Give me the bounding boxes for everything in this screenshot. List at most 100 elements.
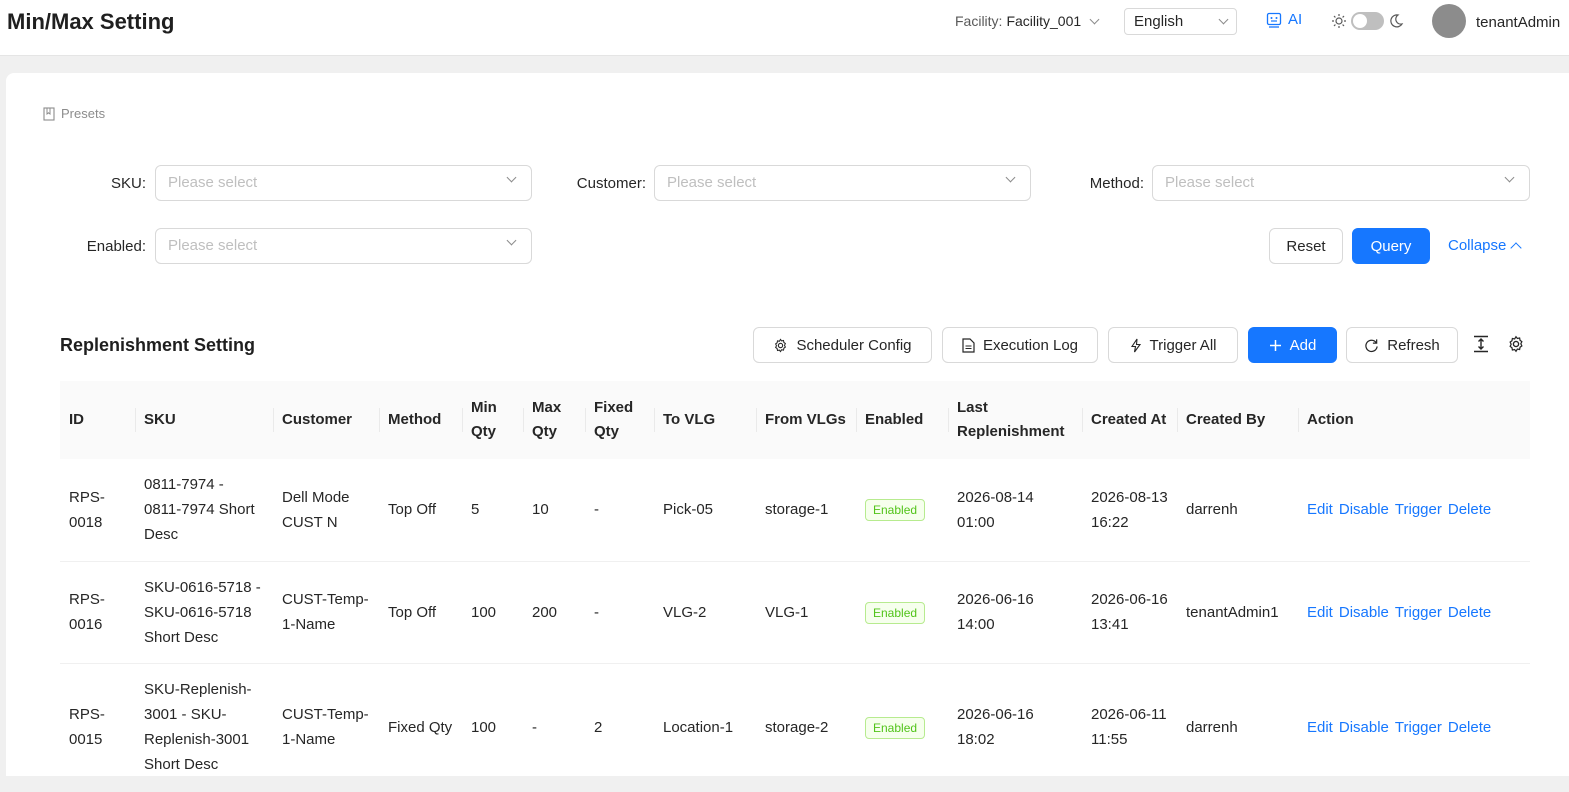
facility-selector[interactable]: Facility: Facility_001 bbox=[955, 13, 1100, 29]
cell-from-vlgs: storage-2 bbox=[756, 663, 856, 792]
table-row: RPS-0018 0811-7974 - 0811-7974 Short Des… bbox=[60, 459, 1530, 562]
cell-to-vlg: VLG-2 bbox=[654, 561, 756, 664]
cell-last-replenishment: 2026-08-14 01:00 bbox=[948, 459, 1082, 562]
column-header: Action bbox=[1298, 381, 1530, 459]
chevron-down-icon bbox=[1005, 172, 1016, 183]
add-button[interactable]: Add bbox=[1248, 327, 1337, 363]
scheduler-config-button[interactable]: Scheduler Config bbox=[753, 327, 932, 363]
bookmark-icon bbox=[43, 106, 55, 121]
delete-link[interactable]: Delete bbox=[1448, 501, 1491, 518]
sku-select[interactable]: Please select bbox=[155, 165, 532, 201]
column-header[interactable]: Created By bbox=[1177, 381, 1298, 459]
language-select[interactable]: English bbox=[1124, 8, 1237, 35]
enabled-filter-label: Enabled: bbox=[86, 238, 146, 255]
column-header[interactable]: Enabled bbox=[856, 381, 948, 459]
status-badge: Enabled bbox=[865, 499, 926, 522]
username[interactable]: tenantAdmin bbox=[1476, 14, 1560, 31]
column-header[interactable]: Customer bbox=[273, 381, 379, 459]
top-bar: Min/Max Setting Facility: Facility_001 E… bbox=[0, 0, 1569, 56]
column-header[interactable]: Last Replenishment bbox=[948, 381, 1082, 459]
reset-button[interactable]: Reset bbox=[1269, 228, 1343, 264]
theme-toggle[interactable] bbox=[1351, 12, 1384, 30]
presets-button[interactable]: Presets bbox=[43, 106, 105, 121]
status-badge: Enabled bbox=[865, 601, 926, 624]
theme-switch[interactable] bbox=[1331, 12, 1404, 30]
cell-created-at: 2026-06-16 13:41 bbox=[1082, 561, 1177, 664]
file-text-icon bbox=[962, 337, 975, 353]
delete-link[interactable]: Delete bbox=[1448, 719, 1491, 736]
edit-link[interactable]: Edit bbox=[1307, 719, 1333, 736]
refresh-button[interactable]: Refresh bbox=[1346, 327, 1458, 363]
trigger-link[interactable]: Trigger bbox=[1395, 501, 1442, 518]
cell-fixed-qty: 2 bbox=[585, 663, 654, 792]
cell-sku: 0811-7974 - 0811-7974 Short Desc bbox=[135, 459, 273, 562]
column-header[interactable]: ID bbox=[60, 381, 135, 459]
ai-button[interactable]: AI bbox=[1266, 11, 1302, 28]
enabled-select[interactable]: Please select bbox=[155, 228, 532, 264]
cell-last-replenishment: 2026-06-16 18:02 bbox=[948, 663, 1082, 792]
status-badge: Enabled bbox=[865, 716, 926, 739]
sun-icon bbox=[1332, 14, 1346, 28]
trigger-all-button[interactable]: Trigger All bbox=[1108, 327, 1238, 363]
chevron-down-icon bbox=[1089, 14, 1100, 24]
column-header[interactable]: Fixed Qty bbox=[585, 381, 654, 459]
execution-log-button[interactable]: Execution Log bbox=[942, 327, 1098, 363]
cell-sku: SKU-Replenish-3001 - SKU-Replenish-3001 … bbox=[135, 663, 273, 792]
cell-to-vlg: Location-1 bbox=[654, 663, 756, 792]
cell-method: Top Off bbox=[379, 561, 462, 664]
column-header[interactable]: Method bbox=[379, 381, 462, 459]
settings-gear-icon[interactable] bbox=[1507, 335, 1525, 358]
cell-enabled: Enabled bbox=[856, 561, 948, 664]
column-header[interactable]: SKU bbox=[135, 381, 273, 459]
facility-label: Facility: bbox=[955, 13, 1003, 29]
column-height-icon[interactable] bbox=[1473, 335, 1489, 358]
robot-icon bbox=[1266, 12, 1282, 28]
sku-placeholder: Please select bbox=[168, 174, 258, 191]
sku-filter-label: SKU: bbox=[110, 175, 146, 192]
cell-max-qty: 200 bbox=[523, 561, 585, 664]
plus-icon bbox=[1269, 339, 1281, 351]
cell-id: RPS-0018 bbox=[60, 459, 135, 562]
refresh-label: Refresh bbox=[1387, 336, 1440, 354]
chevron-down-icon bbox=[506, 235, 517, 246]
cell-min-qty: 5 bbox=[462, 459, 523, 562]
delete-link[interactable]: Delete bbox=[1448, 604, 1491, 621]
facility-value: Facility_001 bbox=[1006, 13, 1082, 29]
chevron-down-icon bbox=[1218, 14, 1229, 25]
disable-link[interactable]: Disable bbox=[1339, 719, 1389, 736]
replenishment-table: ID SKU Customer Method Min Qty Max Qty F… bbox=[60, 381, 1530, 792]
cell-created-at: 2026-08-13 16:22 bbox=[1082, 459, 1177, 562]
edit-link[interactable]: Edit bbox=[1307, 604, 1333, 621]
gear-icon bbox=[775, 337, 787, 353]
cell-created-at: 2026-06-11 11:55 bbox=[1082, 663, 1177, 792]
trigger-link[interactable]: Trigger bbox=[1395, 719, 1442, 736]
column-header[interactable]: Max Qty bbox=[523, 381, 585, 459]
chevron-up-icon bbox=[1510, 241, 1523, 254]
query-button[interactable]: Query bbox=[1352, 228, 1430, 264]
column-header[interactable]: To VLG bbox=[654, 381, 756, 459]
column-header[interactable]: From VLGs bbox=[756, 381, 856, 459]
refresh-icon bbox=[1365, 338, 1378, 352]
enabled-placeholder: Please select bbox=[168, 237, 258, 254]
disable-link[interactable]: Disable bbox=[1339, 604, 1389, 621]
column-header[interactable]: Created At bbox=[1082, 381, 1177, 459]
avatar[interactable] bbox=[1432, 4, 1466, 38]
cell-last-replenishment: 2026-06-16 14:00 bbox=[948, 561, 1082, 664]
customer-select[interactable]: Please select bbox=[654, 165, 1031, 201]
cell-actions: Edit Disable Trigger Delete bbox=[1298, 663, 1530, 792]
trigger-link[interactable]: Trigger bbox=[1395, 604, 1442, 621]
column-header[interactable]: Min Qty bbox=[462, 381, 523, 459]
presets-label: Presets bbox=[61, 106, 106, 121]
method-filter-label: Method: bbox=[1089, 175, 1144, 192]
edit-link[interactable]: Edit bbox=[1307, 501, 1333, 518]
cell-fixed-qty: - bbox=[585, 459, 654, 562]
cell-created-by: tenantAdmin1 bbox=[1177, 561, 1298, 664]
customer-filter-label: Customer: bbox=[576, 175, 646, 192]
collapse-button[interactable]: Collapse bbox=[1448, 237, 1523, 254]
method-select[interactable]: Please select bbox=[1152, 165, 1530, 201]
disable-link[interactable]: Disable bbox=[1339, 501, 1389, 518]
cell-from-vlgs: VLG-1 bbox=[756, 561, 856, 664]
cell-customer: CUST-Temp-1-Name bbox=[273, 561, 379, 664]
trigger-all-label: Trigger All bbox=[1149, 336, 1217, 354]
cell-to-vlg: Pick-05 bbox=[654, 459, 756, 562]
